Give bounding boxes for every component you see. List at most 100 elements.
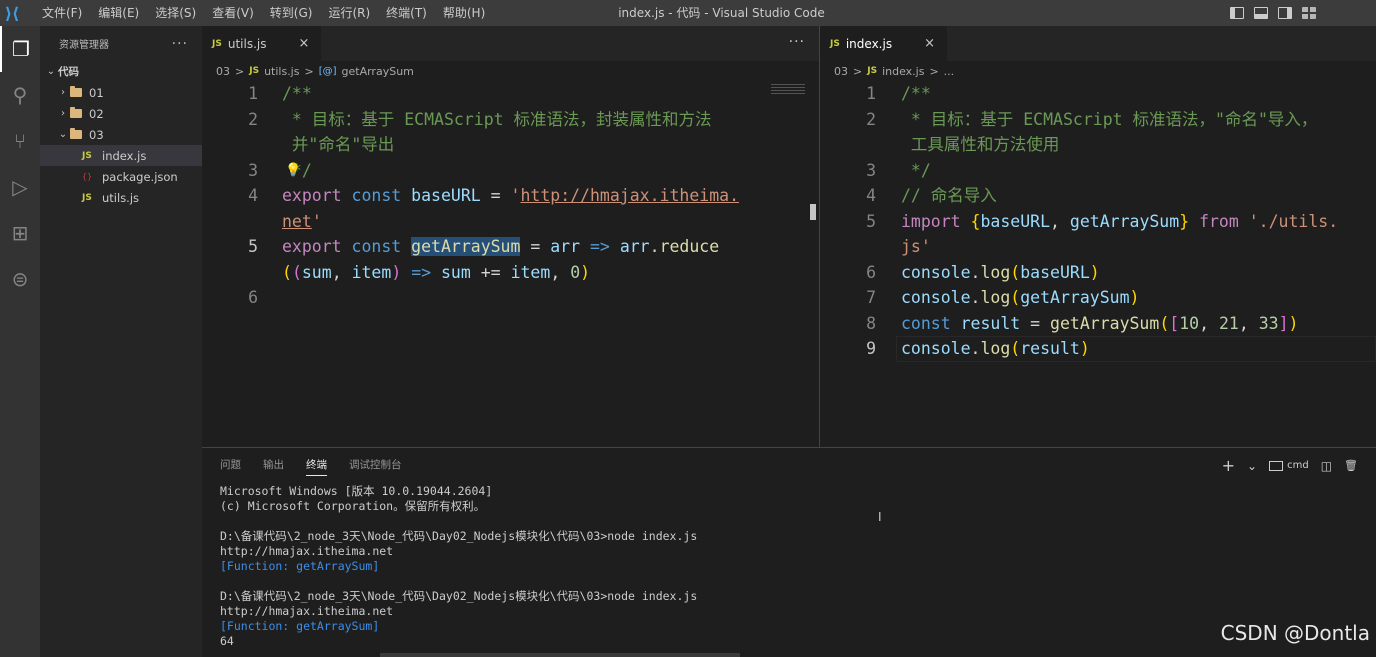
explorer-icon[interactable]: ❐ bbox=[0, 26, 40, 72]
tree-root-label: 代码 bbox=[58, 66, 79, 78]
code-token: item bbox=[351, 262, 392, 282]
tab-utils-js[interactable]: JS utils.js × bbox=[202, 26, 322, 61]
search-icon[interactable]: ⚲ bbox=[0, 72, 40, 118]
code-token: log bbox=[980, 288, 1011, 307]
terminal-line: http://hmajax.itheima.net bbox=[220, 604, 394, 618]
breadcrumb-separator: > bbox=[235, 64, 245, 78]
terminal-line: [Function: getArraySum] bbox=[220, 619, 380, 633]
code-token: getArraySum bbox=[1069, 211, 1180, 231]
code-token: ( bbox=[282, 262, 292, 282]
code-token: './utils. bbox=[1248, 211, 1339, 231]
tree-folder-03[interactable]: ⌄ 03 bbox=[40, 124, 202, 145]
menu-selection[interactable]: 选择(S) bbox=[147, 0, 204, 26]
new-terminal-icon[interactable]: + bbox=[1222, 456, 1235, 475]
tree-file-utils-js[interactable]: JS utils.js bbox=[40, 187, 202, 208]
close-icon[interactable]: × bbox=[924, 36, 935, 51]
toggle-primary-sidebar-icon[interactable] bbox=[1230, 7, 1244, 19]
extensions-icon[interactable]: ⊞ bbox=[0, 210, 40, 256]
lightbulb-icon[interactable]: 💡 bbox=[285, 163, 301, 178]
activity-bar: ❐ ⚲ ⑂ ▷ ⊞ ⊜ bbox=[0, 26, 40, 657]
split-terminal-icon[interactable]: ◫ bbox=[1321, 459, 1332, 473]
explorer-more-icon[interactable]: ··· bbox=[172, 36, 188, 52]
scrollbar-thumb[interactable] bbox=[810, 204, 816, 220]
code-text: 并"命名"导出 bbox=[282, 135, 395, 154]
editor-tabbar: JS utils.js × ··· bbox=[202, 26, 819, 61]
tree-folder-02[interactable]: › 02 bbox=[40, 103, 202, 124]
menu-edit[interactable]: 编辑(E) bbox=[90, 0, 147, 26]
js-file-icon: JS bbox=[82, 150, 92, 161]
menu-file[interactable]: 文件(F) bbox=[34, 0, 90, 26]
line-number: 3 bbox=[866, 160, 876, 180]
folder-icon bbox=[70, 107, 82, 118]
remote-icon[interactable]: ⊜ bbox=[0, 256, 40, 302]
code-line: import {baseURL, getArraySum} from './ut… bbox=[901, 209, 1338, 235]
tree-folder-01[interactable]: › 01 bbox=[40, 82, 202, 103]
close-icon[interactable]: × bbox=[298, 36, 309, 51]
horizontal-scrollbar[interactable] bbox=[380, 653, 740, 657]
minimap[interactable] bbox=[771, 84, 805, 94]
code-token: const bbox=[351, 186, 402, 205]
code-token: ' bbox=[311, 211, 322, 231]
code-line: console.log(getArraySum) bbox=[901, 288, 1140, 307]
watermark: CSDN @Dontla bbox=[1220, 621, 1370, 645]
code-text: js' bbox=[901, 237, 931, 256]
terminal-line: 64 bbox=[220, 634, 234, 648]
code-token: baseURL bbox=[980, 211, 1051, 231]
code-text: /** bbox=[282, 84, 312, 103]
code-token: ' bbox=[510, 186, 521, 205]
code-line: ((sum, item) => sum += item, 0) bbox=[282, 260, 590, 286]
chevron-down-icon[interactable]: ⌄ bbox=[1247, 459, 1257, 473]
code-token: http://hmajax.itheima. bbox=[520, 186, 739, 205]
breadcrumb-separator: > bbox=[929, 64, 939, 78]
line-number: 9 bbox=[866, 339, 876, 358]
breadcrumb-file[interactable]: index.js bbox=[882, 65, 924, 78]
code-token: getArraySum bbox=[411, 237, 521, 256]
tab-problems[interactable]: 问题 bbox=[220, 457, 241, 472]
js-file-icon: JS bbox=[830, 38, 840, 49]
symbol-variable-icon: [@] bbox=[318, 65, 337, 77]
run-debug-icon[interactable]: ▷ bbox=[0, 164, 40, 210]
tab-debug-console[interactable]: 调试控制台 bbox=[349, 457, 402, 472]
vscode-logo-icon: ⟩⟨ bbox=[4, 3, 20, 23]
editor-more-icon[interactable]: ··· bbox=[789, 26, 805, 59]
menu-run[interactable]: 运行(R) bbox=[320, 0, 378, 26]
code-token: arr bbox=[550, 237, 581, 256]
chevron-down-icon: ⌄ bbox=[46, 66, 56, 77]
toggle-panel-icon[interactable] bbox=[1254, 7, 1268, 19]
trash-icon[interactable]: 🗑 bbox=[1344, 459, 1358, 472]
breadcrumb-symbol[interactable]: getArraySum bbox=[342, 65, 414, 78]
source-control-icon[interactable]: ⑂ bbox=[0, 118, 40, 164]
breadcrumb-file[interactable]: utils.js bbox=[264, 65, 299, 78]
breadcrumb: 03 > JS index.js > ... bbox=[820, 61, 1376, 81]
terminal-line: Microsoft Windows [版本 10.0.19044.2604] bbox=[220, 484, 493, 498]
breadcrumb-folder[interactable]: 03 bbox=[216, 65, 230, 78]
customize-layout-icon[interactable] bbox=[1302, 7, 1316, 19]
breadcrumb-symbol[interactable]: ... bbox=[944, 65, 955, 78]
code-token: baseURL bbox=[1020, 262, 1090, 282]
panel-actions: + ⌄ cmd ◫ 🗑 bbox=[1222, 456, 1358, 475]
menu-view[interactable]: 查看(V) bbox=[204, 0, 262, 26]
code-token: ) bbox=[391, 262, 402, 282]
terminal-shell-label[interactable]: cmd bbox=[1287, 460, 1309, 471]
tab-terminal[interactable]: 终端 bbox=[306, 457, 327, 476]
chevron-right-icon: › bbox=[61, 108, 65, 119]
tree-file-index-js[interactable]: JS index.js bbox=[40, 145, 202, 166]
line-number: 5 bbox=[248, 237, 258, 256]
menu-terminal[interactable]: 终端(T) bbox=[378, 0, 435, 26]
code-line: export const baseURL = 'http://hmajax.it… bbox=[282, 183, 739, 209]
toggle-secondary-sidebar-icon[interactable] bbox=[1278, 7, 1292, 19]
menu-go[interactable]: 转到(G) bbox=[262, 0, 321, 26]
tree-folder-label: 01 bbox=[89, 85, 104, 100]
terminal-line: http://hmajax.itheima.net bbox=[220, 544, 394, 558]
line-number: 4 bbox=[866, 186, 876, 205]
terminal-panel: 问题 输出 终端 调试控制台 + ⌄ cmd ◫ 🗑 Microsoft Win… bbox=[202, 447, 1376, 657]
menu-help[interactable]: 帮助(H) bbox=[435, 0, 493, 26]
panel-tabs: 问题 输出 终端 调试控制台 bbox=[202, 448, 1376, 481]
tree-root-folder[interactable]: ⌄ 代码 bbox=[40, 61, 202, 82]
tree-file-label: package.json bbox=[102, 169, 178, 184]
breadcrumb-folder[interactable]: 03 bbox=[834, 65, 848, 78]
tab-output[interactable]: 输出 bbox=[263, 457, 284, 472]
explorer-header: 资源管理器 ··· bbox=[40, 26, 202, 61]
tree-file-package-json[interactable]: {} package.json bbox=[40, 166, 202, 187]
tab-index-js[interactable]: JS index.js × bbox=[820, 26, 947, 61]
